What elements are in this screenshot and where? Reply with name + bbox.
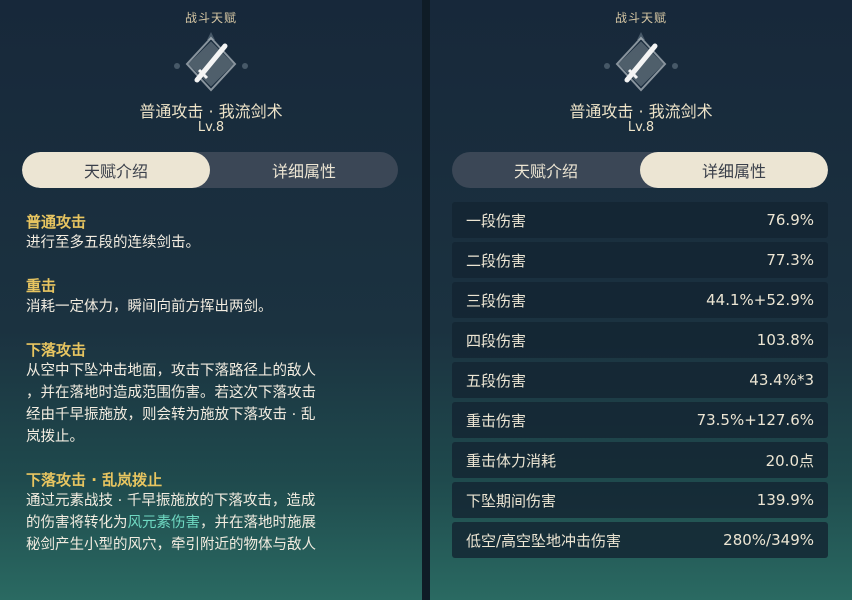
section-title: 下落攻击 · 乱岚拨止 — [26, 471, 163, 489]
attribute-value: 73.5%+127.6% — [696, 411, 814, 429]
section-plunging-midare: 下落攻击 · 乱岚拨止 通过元素战技 · 千早振施放的下落攻击，造成 的伤害将转… — [26, 470, 404, 556]
attribute-label: 五段伤害 — [466, 371, 527, 390]
talent-tabs: 天赋介绍 详细属性 — [452, 152, 828, 188]
attribute-label: 二段伤害 — [466, 251, 527, 270]
attribute-value: 103.8% — [756, 331, 814, 349]
talent-level: Lv.8 — [627, 120, 655, 135]
talent-description: 普通攻击 进行至多五段的连续剑击。 重击 消耗一定体力，瞬间向前方挥出两剑。 下… — [26, 212, 404, 578]
section-title: 下落攻击 — [26, 341, 87, 359]
combat-talent-heading: 战斗天赋 — [614, 11, 667, 25]
section-line: 从空中下坠冲击地面，攻击下落路径上的敌人 — [26, 363, 316, 379]
section-line: 秘剑产生小型的风穴，牵引附近的物体与敌人 — [26, 537, 316, 553]
tab-detail-attributes[interactable]: 详细属性 — [210, 152, 398, 188]
attribute-label: 重击伤害 — [466, 411, 527, 430]
tab-talent-intro[interactable]: 天赋介绍 — [22, 152, 210, 188]
section-line: 经由千早振施放，则会转为施放下落攻击 · 乱 — [26, 407, 316, 423]
attribute-list: 一段伤害 76.9% 二段伤害 77.3% 三段伤害 44.1%+52.9% 四段伤害… — [452, 202, 828, 562]
attribute-value: 139.9% — [756, 491, 814, 509]
attribute-row: 低空/高空坠地冲击伤害 280%/349% — [452, 522, 828, 558]
section-plunging-attack: 下落攻击 从空中下坠冲击地面，攻击下落路径上的敌人 ，并在落地时造成范围伤害。若… — [26, 340, 404, 448]
section-line: 通过元素战技 · 千早振施放的下落攻击，造成 — [26, 493, 316, 509]
text-part: ，并在落地时施展 — [200, 515, 316, 531]
attribute-label: 三段伤害 — [466, 291, 527, 310]
attribute-value: 77.3% — [766, 251, 814, 269]
talent-level: Lv.8 — [197, 120, 225, 135]
attribute-label: 四段伤害 — [466, 331, 527, 350]
attribute-row: 重击体力消耗 20.0点 — [452, 442, 828, 478]
attribute-value: 43.4%*3 — [749, 371, 814, 389]
section-line: 的伤害将转化为风元素伤害，并在落地时施展 — [26, 512, 404, 534]
attribute-value: 20.0点 — [765, 451, 814, 470]
sword-talent-icon — [604, 32, 678, 92]
attribute-value: 44.1%+52.9% — [706, 291, 814, 309]
talent-tabs: 天赋介绍 详细属性 — [22, 152, 398, 188]
attribute-value: 280%/349% — [723, 531, 814, 549]
attribute-value: 76.9% — [766, 211, 814, 229]
attribute-label: 下坠期间伤害 — [466, 491, 557, 510]
talent-intro-panel: 战斗天赋 普通攻击 · 我流剑术 Lv.8 天赋介绍 详细属性 普通攻击 进行至… — [0, 0, 422, 600]
section-line: 进行至多五段的连续剑击。 — [26, 235, 200, 251]
attack-name: 普通攻击 · 我流剑术 — [139, 102, 283, 121]
attribute-row: 重击伤害 73.5%+127.6% — [452, 402, 828, 438]
attribute-row: 三段伤害 44.1%+52.9% — [452, 282, 828, 318]
attribute-row: 五段伤害 43.4%*3 — [452, 362, 828, 398]
section-title: 重击 — [26, 277, 57, 295]
section-normal-attack: 普通攻击 进行至多五段的连续剑击。 — [26, 212, 404, 254]
detail-attributes-panel: 战斗天赋 普通攻击 · 我流剑术 Lv.8 天赋介绍 详细属性 一段伤害 76.9… — [430, 0, 852, 600]
attack-name: 普通攻击 · 我流剑术 — [569, 102, 713, 121]
sword-talent-icon — [174, 32, 248, 92]
attribute-label: 一段伤害 — [466, 211, 527, 230]
attribute-row: 下坠期间伤害 139.9% — [452, 482, 828, 518]
attribute-row: 二段伤害 77.3% — [452, 242, 828, 278]
section-line: ，并在落地时造成范围伤害。若这次下落攻击 — [26, 385, 316, 401]
attribute-label: 重击体力消耗 — [466, 451, 557, 470]
tab-detail-attributes[interactable]: 详细属性 — [640, 152, 828, 188]
section-line: 岚拨止。 — [26, 429, 84, 445]
section-charged-attack: 重击 消耗一定体力，瞬间向前方挥出两剑。 — [26, 276, 404, 318]
panel-divider — [422, 0, 430, 600]
attribute-label: 低空/高空坠地冲击伤害 — [466, 531, 622, 550]
attribute-row: 一段伤害 76.9% — [452, 202, 828, 238]
section-title: 普通攻击 — [26, 213, 87, 231]
anemo-dmg-highlight: 风元素伤害 — [127, 515, 201, 531]
text-part: 的伤害将转化为 — [26, 515, 128, 531]
tab-talent-intro[interactable]: 天赋介绍 — [452, 152, 640, 188]
section-line: 消耗一定体力，瞬间向前方挥出两剑。 — [26, 299, 273, 315]
combat-talent-heading: 战斗天赋 — [184, 11, 237, 25]
attribute-row: 四段伤害 103.8% — [452, 322, 828, 358]
